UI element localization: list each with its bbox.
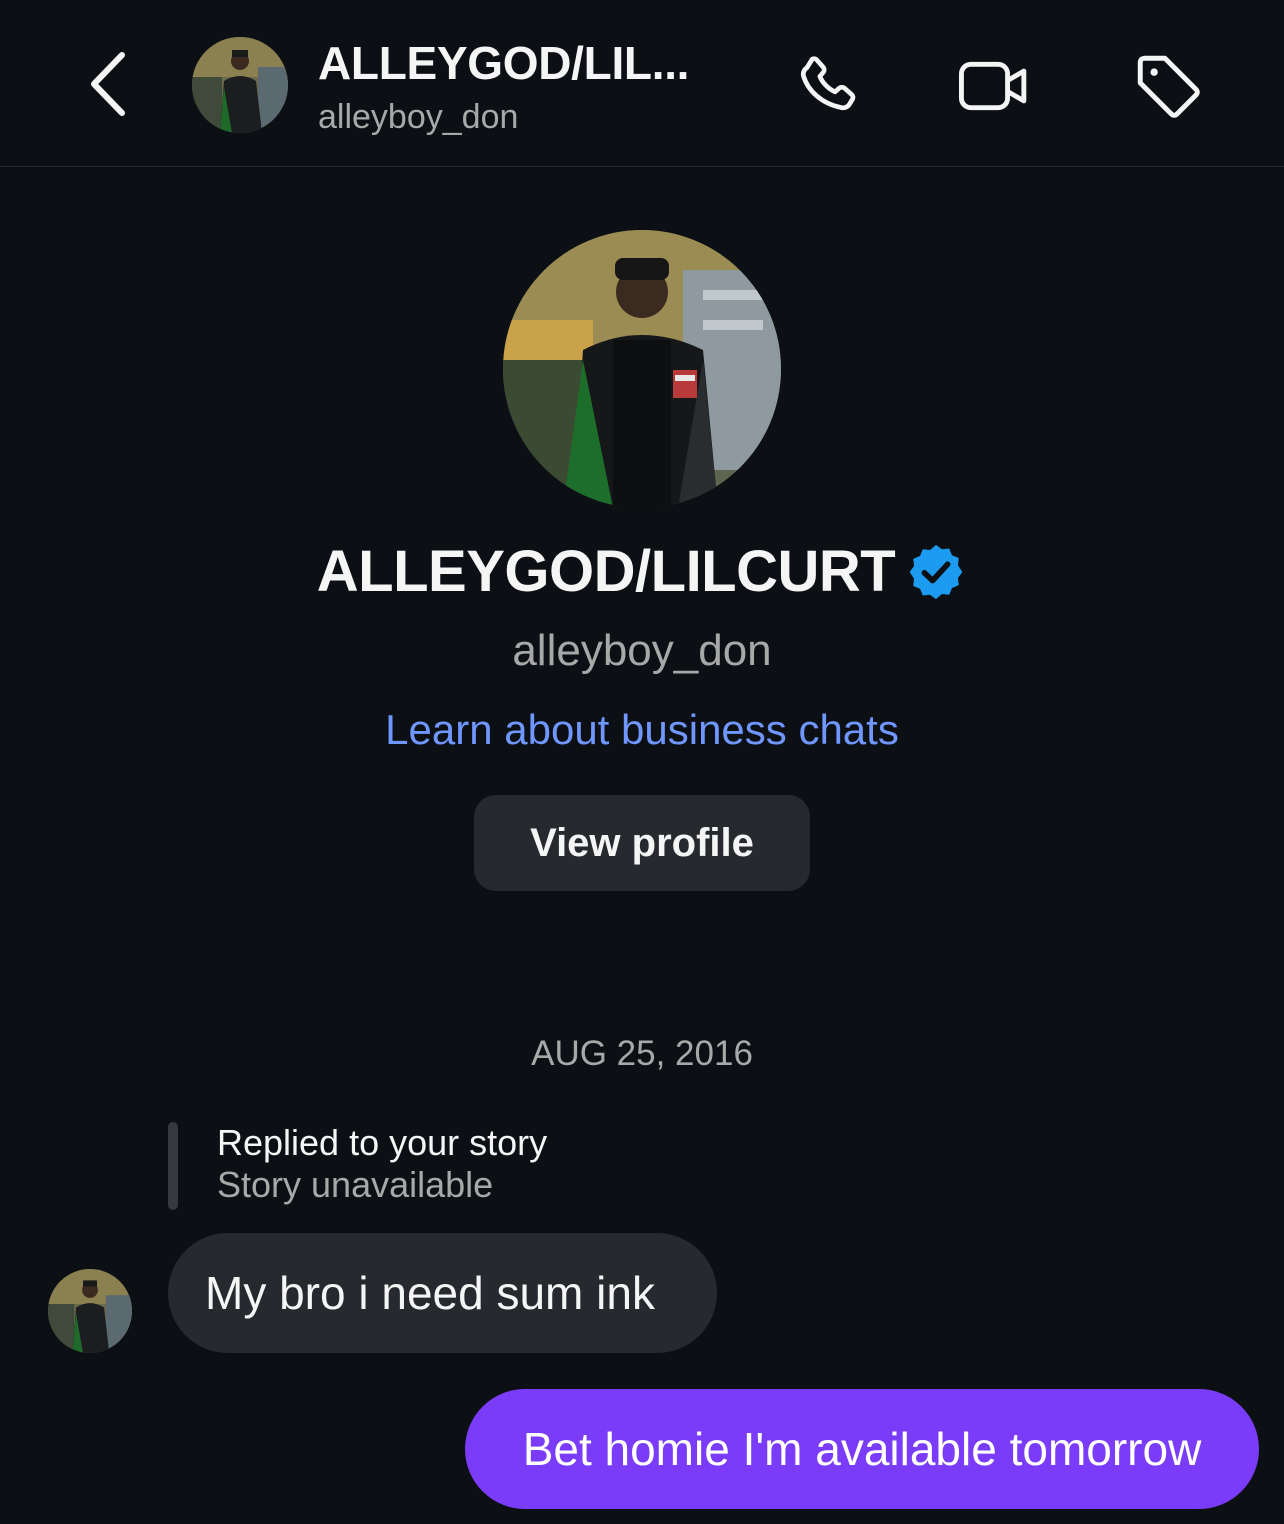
view-profile-button[interactable]: View profile bbox=[474, 795, 810, 891]
header-title[interactable]: ALLEYGOD/LIL... bbox=[318, 36, 689, 90]
video-icon bbox=[958, 61, 1027, 111]
chevron-left-icon bbox=[91, 52, 125, 116]
back-button[interactable] bbox=[78, 48, 138, 120]
sender-avatar[interactable] bbox=[48, 1269, 132, 1353]
profile-name: ALLEYGOD/LILCURT bbox=[316, 539, 896, 604]
chat-screen: ALLEYGOD/LIL... alleyboy_don ALLEYGOD/LI… bbox=[0, 0, 1284, 1524]
reply-indicator-bar bbox=[168, 1122, 178, 1210]
verified-badge-icon bbox=[905, 541, 967, 603]
chat-header: ALLEYGOD/LIL... alleyboy_don bbox=[0, 0, 1284, 167]
header-username[interactable]: alleyboy_don bbox=[318, 98, 518, 137]
profile-handle: alleyboy_don bbox=[512, 626, 772, 675]
header-avatar[interactable] bbox=[192, 37, 288, 133]
story-reply-status: Story unavailable bbox=[217, 1164, 494, 1205]
story-reply-title: Replied to your story bbox=[217, 1122, 548, 1163]
message-text: Bet homie I'm available tomorrow bbox=[522, 1423, 1202, 1475]
tag-icon bbox=[1137, 55, 1200, 118]
date-separator: AUG 25, 2016 bbox=[531, 1034, 753, 1073]
phone-icon bbox=[800, 56, 856, 111]
message-text: My bro i need sum ink bbox=[205, 1267, 655, 1319]
profile-avatar[interactable] bbox=[503, 230, 781, 508]
incoming-message-bubble[interactable]: My bro i need sum ink bbox=[168, 1233, 717, 1353]
video-call-button[interactable] bbox=[956, 48, 1032, 124]
learn-business-chats-link[interactable]: Learn about business chats bbox=[0, 706, 1284, 754]
profile-name-row: ALLEYGOD/LILCURT bbox=[0, 538, 1284, 605]
label-button[interactable] bbox=[1130, 48, 1206, 124]
audio-call-button[interactable] bbox=[790, 48, 866, 124]
outgoing-message-bubble[interactable]: Bet homie I'm available tomorrow bbox=[465, 1389, 1259, 1509]
